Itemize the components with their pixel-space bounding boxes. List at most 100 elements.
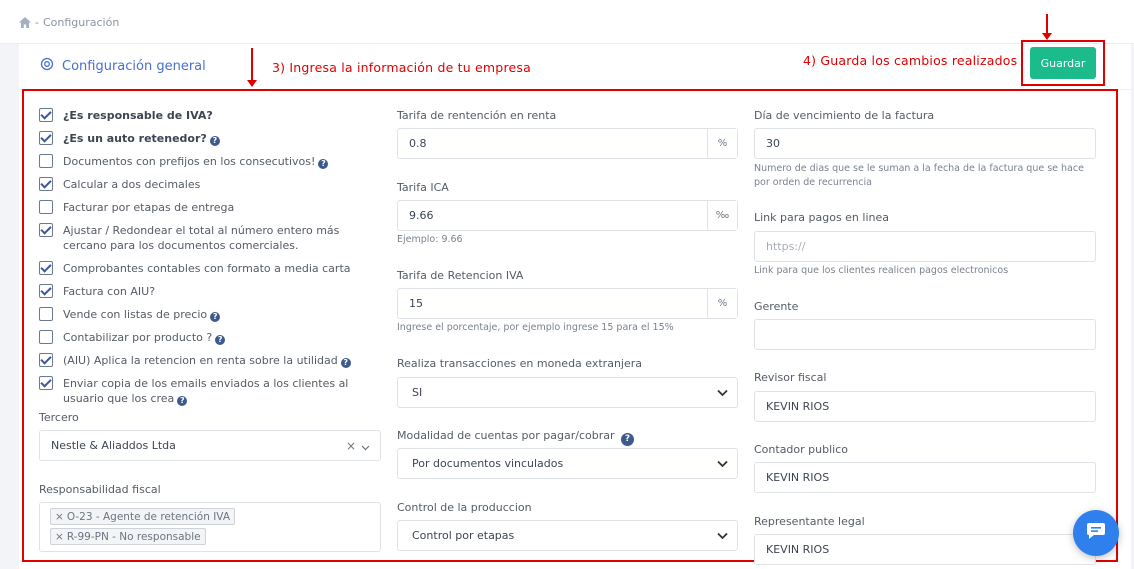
checkbox-label: ¿Es responsable de IVA? [63, 108, 213, 123]
tercero-label: Tercero [39, 411, 79, 424]
tarifa-renta-label: Tarifa de rentención en renta [397, 109, 557, 122]
checkbox-row[interactable]: Factura con AIU? [39, 284, 371, 299]
checkbox-row[interactable]: Comprobantes contables con formato a med… [39, 261, 371, 276]
contador-label: Contador publico [754, 443, 848, 456]
checkbox-label: Facturar por etapas de entrega [63, 200, 234, 215]
checkbox-label: Comprobantes contables con formato a med… [63, 261, 351, 276]
checkbox-checked[interactable] [39, 177, 53, 191]
checkbox-unchecked[interactable] [39, 154, 53, 168]
clear-x-icon[interactable]: × [346, 439, 356, 453]
card-title-text: Configuración general [62, 58, 206, 74]
checkbox-unchecked[interactable] [39, 307, 53, 321]
checkbox-checked[interactable] [39, 284, 53, 298]
checkbox-row[interactable]: ¿Es un auto retenedor?? [39, 131, 371, 146]
checkbox-label: (AIU) Aplica la retencion en renta sobre… [63, 353, 351, 368]
responsabilidad-tag[interactable]: × R-99-PN - No responsable [50, 528, 206, 545]
checkbox-unchecked[interactable] [39, 330, 53, 344]
moneda-select[interactable]: SI [397, 377, 738, 408]
annotation-step3: 3) Ingresa la información de tu empresa [272, 60, 531, 75]
checkbox-row[interactable]: (AIU) Aplica la retencion en renta sobre… [39, 353, 371, 368]
tarifa-iva-label: Tarifa de Retencion IVA [397, 269, 524, 282]
percent-addon: % [707, 129, 737, 158]
annotation-step4: 4) Guarda los cambios realizados [803, 53, 1018, 68]
tarifa-ica-input[interactable]: 9.66 ‰ [397, 200, 738, 231]
checkbox-checked[interactable] [39, 108, 53, 122]
link-pagos-input[interactable]: https:// [754, 231, 1096, 262]
produccion-label: Control de la produccion [397, 501, 532, 514]
checkbox-label: Documentos con prefijos en los consecuti… [63, 154, 329, 169]
checkbox-label: Ajustar / Redondear el total al número e… [63, 223, 371, 253]
checkbox-label-text: Facturar por etapas de entrega [63, 201, 235, 214]
checkbox-checked[interactable] [39, 376, 53, 390]
checkbox-label-text: Comprobantes contables con formato a med… [63, 262, 351, 275]
checkbox-label-text: Factura con AIU? [63, 285, 156, 298]
chevron-down-icon[interactable] [361, 441, 370, 454]
checkbox-row[interactable]: Enviar copia de los emails enviados a lo… [39, 376, 371, 406]
gerente-input[interactable] [754, 319, 1096, 350]
help-question-icon[interactable]: ? [318, 159, 329, 169]
checkbox-row[interactable]: Documentos con prefijos en los consecuti… [39, 154, 371, 169]
checkbox-label-text: Vende con listas de precio [63, 308, 208, 321]
checkbox-label-text: ¿Es responsable de IVA? [63, 109, 213, 122]
settings-gear-icon [40, 57, 54, 75]
breadcrumb: - Configuración [19, 16, 119, 29]
revisor-input[interactable]: KEVIN RIOS [754, 391, 1096, 422]
revisor-label: Revisor fiscal [754, 371, 827, 384]
home-icon[interactable] [19, 17, 31, 28]
link-pagos-help: Link para que los clientes realicen pago… [754, 265, 1009, 276]
checkbox-unchecked[interactable] [39, 200, 53, 214]
responsabilidad-tag[interactable]: × O-23 - Agente de retención IVA [50, 508, 235, 525]
chevron-down-icon [717, 387, 728, 400]
dia-venc-input[interactable]: 30 [754, 128, 1096, 159]
checkbox-label: Contabilizar por producto ?? [63, 330, 226, 345]
chat-bubble-icon [1086, 522, 1106, 544]
gerente-label: Gerente [754, 300, 799, 313]
chevron-down-icon [717, 458, 728, 471]
responsabilidad-label: Responsabilidad fiscal [39, 483, 161, 496]
produccion-select[interactable]: Control por etapas [397, 520, 738, 551]
tarifa-ica-label: Tarifa ICA [397, 181, 449, 194]
checkbox-row[interactable]: Calcular a dos decimales [39, 177, 371, 192]
checkbox-row[interactable]: Contabilizar por producto ?? [39, 330, 371, 345]
checkbox-row[interactable]: Vende con listas de precio? [39, 307, 371, 322]
help-question-icon[interactable]: ? [215, 335, 226, 345]
checkbox-checked[interactable] [39, 353, 53, 367]
representante-input[interactable]: KEVIN RIOS [754, 534, 1096, 565]
checkbox-label: Factura con AIU? [63, 284, 155, 299]
tercero-select[interactable]: Nestle & Aliaddos Ltda × [39, 430, 381, 461]
checkbox-row[interactable]: Ajustar / Redondear el total al número e… [39, 223, 371, 253]
help-question-icon[interactable]: ? [177, 396, 188, 406]
chat-button[interactable] [1073, 510, 1119, 556]
help-question-icon[interactable]: ? [621, 433, 634, 446]
link-pagos-label: Link para pagos en linea [754, 211, 889, 224]
tarifa-iva-input[interactable]: 15 % [397, 288, 738, 319]
checkbox-label-text: Calcular a dos decimales [63, 178, 201, 191]
checkbox-label-text: Ajustar / Redondear el total al número e… [63, 224, 340, 252]
help-question-icon[interactable]: ? [209, 136, 220, 146]
modalidad-select[interactable]: Por documentos vinculados [397, 448, 738, 479]
percent-addon: % [707, 289, 737, 318]
modalidad-label: Modalidad de cuentas por pagar/cobrar ? [397, 429, 634, 446]
checkbox-checked[interactable] [39, 223, 53, 237]
remove-tag-icon[interactable]: × [55, 531, 64, 543]
permille-addon: ‰ [707, 201, 737, 230]
top-bar: - Configuración [0, 0, 1134, 44]
help-question-icon[interactable]: ? [210, 312, 221, 322]
remove-tag-icon[interactable]: × [55, 511, 64, 523]
checkbox-checked[interactable] [39, 261, 53, 275]
checkbox-label-text: Contabilizar por producto ? [63, 331, 213, 344]
checkbox-row[interactable]: Facturar por etapas de entrega [39, 200, 371, 215]
help-question-icon[interactable]: ? [340, 358, 351, 368]
checkbox-row[interactable]: ¿Es responsable de IVA? [39, 108, 371, 123]
checkbox-label-text: ¿Es un auto retenedor? [63, 132, 207, 145]
checkbox-checked[interactable] [39, 131, 53, 145]
breadcrumb-current: Configuración [42, 16, 120, 29]
card-title: Configuración general [40, 57, 206, 75]
tarifa-renta-input[interactable]: 0.8 % [397, 128, 738, 159]
chevron-down-icon [717, 530, 728, 543]
annotation-arrow-step4 [1042, 14, 1052, 40]
moneda-label: Realiza transacciones en moneda extranje… [397, 357, 643, 370]
checkbox-label: ¿Es un auto retenedor?? [63, 131, 220, 146]
save-button[interactable]: Guardar [1030, 47, 1096, 79]
contador-input[interactable]: KEVIN RIOS [754, 462, 1096, 493]
